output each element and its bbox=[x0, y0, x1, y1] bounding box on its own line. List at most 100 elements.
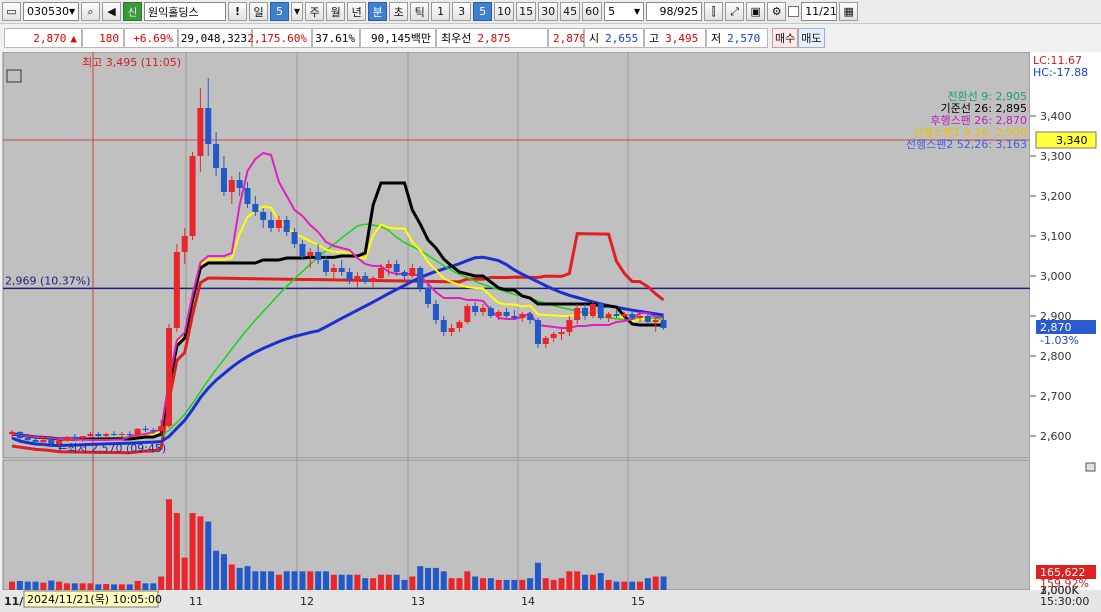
candle bbox=[597, 304, 604, 318]
interval-button-45[interactable]: 45 bbox=[560, 2, 581, 21]
crosshair-icon[interactable]: ⤢ bbox=[725, 2, 745, 21]
date-checkbox[interactable] bbox=[788, 6, 800, 17]
volume-bar bbox=[503, 579, 510, 590]
volume-bar bbox=[472, 576, 479, 590]
second-button[interactable]: 초 bbox=[389, 2, 409, 21]
tick-button[interactable]: 틱 bbox=[410, 2, 430, 21]
volume-bar bbox=[574, 571, 581, 590]
gear-icon[interactable]: ⚙ bbox=[767, 2, 787, 21]
date-value: 11/21 bbox=[805, 5, 837, 18]
stock-name-field[interactable]: 원익홀딩스 bbox=[144, 2, 226, 21]
change-value: 180 bbox=[99, 31, 119, 45]
chevron-down-icon[interactable]: ▼ bbox=[634, 7, 640, 16]
current-price-label: 2,870 bbox=[1040, 321, 1072, 334]
interval-button-3[interactable]: 3 bbox=[452, 2, 472, 21]
volume-bar bbox=[417, 566, 424, 590]
candle bbox=[487, 308, 494, 316]
volume-bar bbox=[440, 571, 447, 590]
high-box: 고 3,495 bbox=[644, 28, 706, 48]
volume-last-pct: 159.92% bbox=[1040, 577, 1089, 590]
volume-bar bbox=[377, 574, 384, 590]
volume-bar bbox=[354, 574, 361, 590]
close-icon[interactable] bbox=[1085, 462, 1096, 472]
interval-button-10[interactable]: 10 bbox=[494, 2, 515, 21]
candle bbox=[63, 436, 70, 441]
weekly-button[interactable]: 주 bbox=[305, 2, 325, 21]
volume-bar bbox=[558, 578, 565, 590]
save-icon[interactable]: ▣ bbox=[746, 2, 766, 21]
search-icon[interactable]: ⌕ bbox=[81, 2, 100, 21]
stock-code-input[interactable]: 030530 ▼ bbox=[23, 2, 79, 21]
change-box: 180 bbox=[82, 28, 124, 48]
volume-bar bbox=[213, 550, 220, 590]
volume-bar bbox=[275, 574, 282, 590]
candle bbox=[582, 308, 589, 316]
monthly-button[interactable]: 월 bbox=[326, 2, 346, 21]
candle bbox=[346, 272, 353, 280]
minute-button[interactable]: 분 bbox=[368, 2, 388, 21]
volume-bar bbox=[370, 578, 377, 590]
candlestick-icon[interactable]: ⫿ bbox=[704, 2, 724, 21]
candle bbox=[393, 264, 400, 272]
volume-bar bbox=[527, 578, 534, 590]
date-field[interactable]: 11/21 bbox=[801, 2, 838, 21]
low-annotation: ←최저 2,570 (09:45) bbox=[58, 442, 166, 455]
candle bbox=[566, 320, 573, 332]
y-tick-label: 3,100 bbox=[1040, 230, 1072, 243]
interval-button-5[interactable]: 5 bbox=[473, 2, 493, 21]
interval-button-30[interactable]: 30 bbox=[538, 2, 559, 21]
price-chart[interactable]: 3,4003,3003,2003,1003,0002,9002,8002,700… bbox=[0, 52, 1101, 612]
candle bbox=[338, 268, 345, 272]
volume-bar bbox=[40, 582, 47, 590]
window-icon[interactable]: ▭ bbox=[2, 2, 21, 21]
volume-bar bbox=[244, 566, 251, 590]
sound-icon[interactable]: ◀ bbox=[102, 2, 121, 21]
sell-button[interactable]: 매도 bbox=[798, 28, 825, 48]
volume-bar bbox=[197, 516, 204, 590]
candle bbox=[542, 338, 549, 344]
candle bbox=[48, 440, 55, 444]
buy-button[interactable]: 매수 bbox=[772, 28, 799, 48]
interval-button-15[interactable]: 15 bbox=[516, 2, 537, 21]
current-price-box: 2,870 ▲ bbox=[4, 28, 82, 48]
volume-box: 29,048,323 bbox=[178, 28, 252, 48]
up-arrow-icon: ▲ bbox=[70, 31, 77, 45]
x-tick-label: 12 bbox=[300, 595, 314, 608]
candle bbox=[589, 304, 596, 316]
volume-bar bbox=[323, 571, 329, 590]
candle bbox=[173, 252, 180, 328]
period-number-button[interactable]: 5 bbox=[270, 2, 289, 21]
volume-bar bbox=[338, 574, 345, 590]
quote-bar: 2,870 ▲ 180 +6.69% 29,048,323 2,175.60% … bbox=[0, 27, 1101, 49]
interval-button-1[interactable]: 1 bbox=[431, 2, 451, 21]
alert-button[interactable]: ! bbox=[228, 2, 247, 21]
calendar-icon[interactable]: ▦ bbox=[839, 2, 859, 21]
price-panel[interactable] bbox=[2, 52, 1031, 459]
volume-panel[interactable] bbox=[2, 459, 1031, 591]
volume-bar bbox=[480, 578, 486, 590]
volume-bar bbox=[142, 583, 149, 590]
interval-button-60[interactable]: 60 bbox=[582, 2, 603, 21]
candle bbox=[205, 108, 212, 144]
time-axis bbox=[0, 590, 1101, 612]
volume-bar bbox=[315, 571, 322, 590]
candle bbox=[260, 212, 267, 220]
volume-bar bbox=[228, 564, 235, 590]
turnover-value: 37.61% bbox=[315, 31, 355, 45]
chevron-down-icon[interactable]: ▼ bbox=[69, 7, 75, 16]
yearly-button[interactable]: 년 bbox=[347, 2, 367, 21]
candle bbox=[236, 180, 243, 188]
count-select[interactable]: 5 ▼ bbox=[604, 2, 645, 21]
turnover-box: 37.61% bbox=[312, 28, 360, 48]
volume-bar bbox=[464, 571, 471, 590]
volume-bar bbox=[71, 583, 78, 590]
candle bbox=[189, 156, 196, 236]
chevron-down-icon[interactable]: ▼ bbox=[291, 2, 304, 21]
volume-bar bbox=[103, 584, 110, 590]
time-axis-prefix: 11/ bbox=[4, 595, 24, 608]
period-day-button[interactable]: 일 bbox=[249, 2, 268, 21]
volume-bar bbox=[346, 574, 353, 590]
volume-bar bbox=[299, 571, 306, 590]
volume-bar bbox=[150, 583, 157, 590]
candle bbox=[401, 272, 408, 276]
